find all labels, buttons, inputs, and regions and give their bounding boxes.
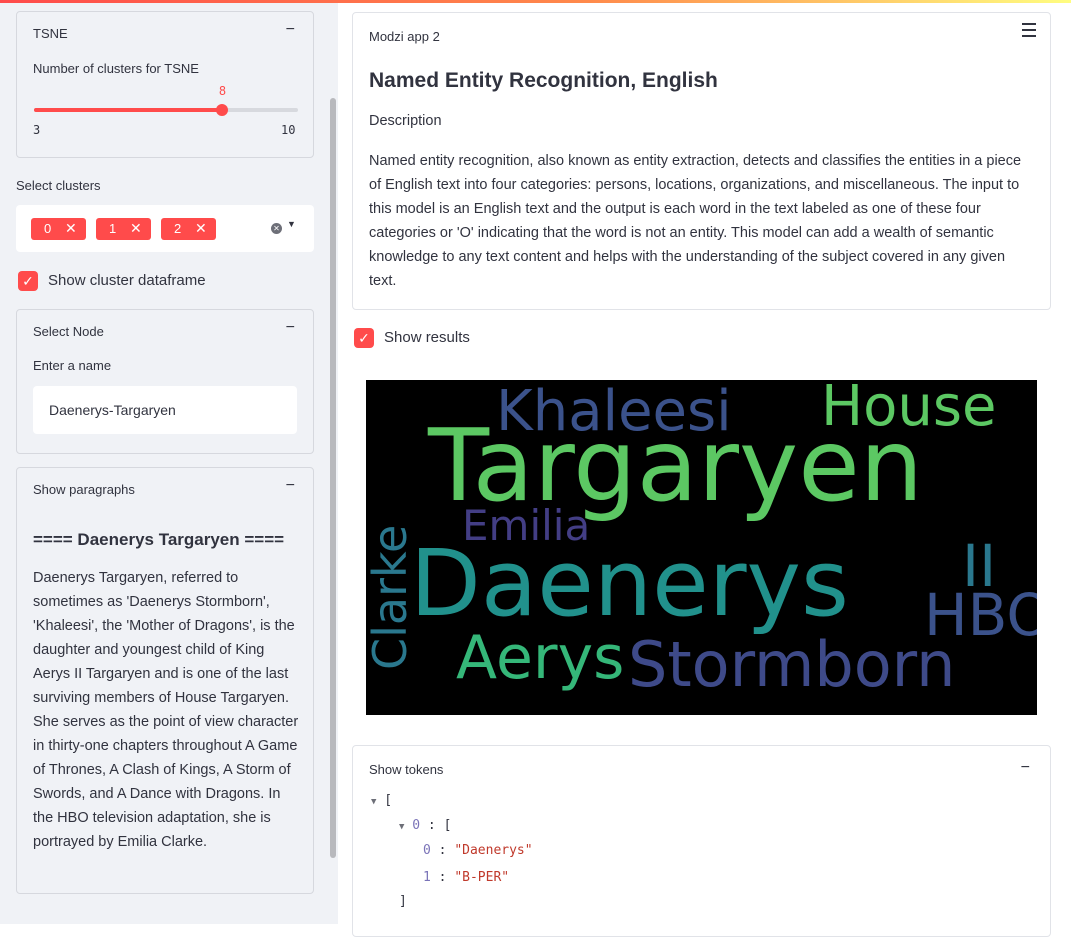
wordcloud-word: Stormborn: [628, 628, 955, 701]
app-card: Modzi app 2 Named Entity Recognition, En…: [352, 12, 1051, 310]
show-cluster-df-label[interactable]: Show cluster dataframe: [48, 272, 206, 289]
description-label: Description: [369, 113, 442, 129]
json-item[interactable]: ▼ 0 : [: [399, 818, 451, 833]
json-close-bracket: ]: [399, 894, 407, 909]
name-input-value: Daenerys-Targaryen: [49, 402, 176, 418]
name-input[interactable]: Daenerys-Targaryen: [33, 386, 297, 434]
json-key: 0: [412, 818, 421, 833]
description-text: Named entity recognition, also known as …: [369, 153, 1022, 289]
select-clusters-label: Select clusters: [16, 178, 101, 193]
chip-remove-icon[interactable]: ✕: [65, 220, 77, 237]
paragraph-text: Daenerys Targaryen, referred to sometime…: [33, 570, 299, 850]
json-root[interactable]: ▼ [: [371, 793, 392, 808]
sidebar-scrollbar[interactable]: [330, 98, 336, 858]
json-entry: 0 : "Daenerys": [423, 843, 533, 858]
cluster-chip[interactable]: 1 ✕: [96, 218, 151, 240]
json-value: "B-PER": [454, 870, 510, 885]
cluster-chip[interactable]: 2 ✕: [161, 218, 216, 240]
tsne-expander: TSNE − Number of clusters for TSNE 8 3 1…: [16, 11, 314, 158]
sidebar: TSNE − Number of clusters for TSNE 8 3 1…: [0, 3, 338, 924]
chip-remove-icon[interactable]: ✕: [195, 220, 207, 237]
show-cluster-df-checkbox[interactable]: ✓: [18, 271, 38, 291]
tsne-title[interactable]: TSNE: [33, 26, 68, 41]
menu-icon[interactable]: [1022, 23, 1036, 41]
select-node-title[interactable]: Select Node: [33, 324, 104, 339]
slider-thumb[interactable]: [216, 104, 229, 116]
collapse-icon[interactable]: −: [286, 478, 295, 494]
cluster-chip[interactable]: 0 ✕: [31, 218, 86, 240]
wordcloud-word: Aerys: [456, 623, 624, 693]
chip-label: 0: [44, 221, 52, 236]
tsne-slider[interactable]: 8: [34, 84, 298, 116]
wordcloud-svg: TargaryenDaenerysKhaleesi HouseEmiliaIIHB…: [366, 380, 1037, 701]
tokens-title[interactable]: Show tokens: [369, 762, 443, 777]
chip-remove-icon[interactable]: ✕: [130, 220, 142, 237]
wordcloud-word: Emilia: [462, 501, 590, 550]
paragraphs-expander: Show paragraphs − ==== Daenerys Targarye…: [16, 467, 314, 894]
clear-all-icon[interactable]: ✕: [271, 223, 282, 234]
json-entry: 1 : "B-PER": [423, 870, 509, 885]
expand-triangle-icon[interactable]: ▼: [371, 797, 376, 807]
chevron-down-icon[interactable]: ▼: [287, 219, 296, 229]
paragraph-heading: ==== Daenerys Targaryen ====: [33, 530, 285, 549]
tokens-expander: Show tokens − ▼ [ ▼ 0 : [ 0 : "Daenerys"…: [352, 745, 1051, 937]
slider-min: 3: [33, 123, 41, 137]
json-sep: :: [430, 843, 455, 858]
chip-label: 1: [109, 221, 117, 236]
collapse-icon[interactable]: −: [286, 320, 295, 336]
tsne-slider-label: Number of clusters for TSNE: [33, 61, 199, 76]
name-input-label: Enter a name: [33, 358, 112, 373]
slider-value: 8: [218, 84, 227, 98]
expand-triangle-icon[interactable]: ▼: [399, 822, 404, 832]
json-key: 0: [423, 843, 431, 858]
slider-fill: [34, 108, 223, 112]
cluster-multiselect[interactable]: 0 ✕ 1 ✕ 2 ✕ ✕ ▼: [16, 205, 314, 252]
show-results-label[interactable]: Show results: [384, 329, 470, 346]
collapse-icon[interactable]: −: [1021, 760, 1030, 776]
collapse-icon[interactable]: −: [286, 22, 295, 38]
wordcloud-word: Clarke: [366, 525, 417, 670]
page-title: Named Entity Recognition, English: [369, 69, 718, 92]
json-open-bracket: [: [443, 818, 452, 833]
wordcloud-image: Targaryen Daenerys Khaleesi House Emilia II HB…: [366, 380, 1037, 715]
select-node-expander: Select Node − Enter a name Daenerys-Targ…: [16, 309, 314, 454]
show-results-checkbox[interactable]: ✓: [354, 328, 374, 348]
wordcloud-word: Khaleesi: [496, 380, 732, 444]
wordcloud-word: House: [821, 380, 997, 439]
app-name: Modzi app 2: [369, 29, 440, 44]
json-value: "Daenerys": [454, 843, 533, 858]
chip-label: 2: [174, 221, 182, 236]
paragraphs-title[interactable]: Show paragraphs: [33, 482, 135, 497]
json-key: 1: [423, 870, 431, 885]
json-open-bracket: [: [384, 793, 393, 808]
json-sep: :: [430, 870, 455, 885]
slider-max: 10: [281, 123, 296, 137]
json-sep: :: [420, 818, 444, 833]
